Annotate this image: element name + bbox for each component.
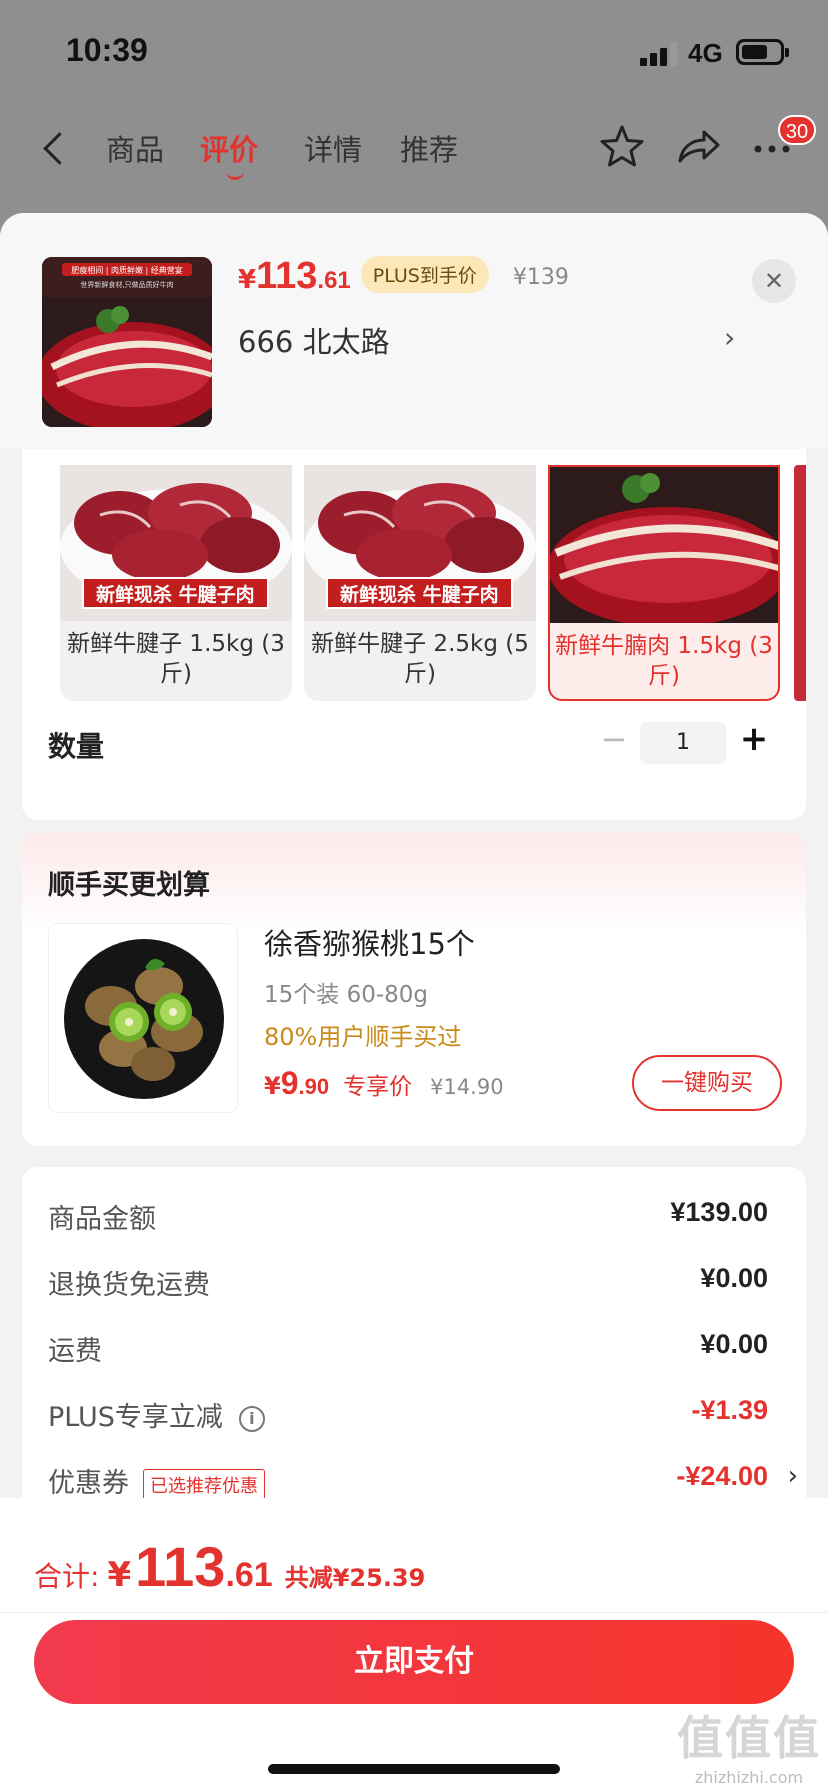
fee-value: ¥0.00 bbox=[700, 1329, 768, 1359]
tab-product[interactable]: 商品 bbox=[106, 127, 164, 169]
fee-label: PLUS专享立减 bbox=[48, 1402, 223, 1433]
upsell-price-row: ¥ 9 .90 专享价 ¥14.90 bbox=[264, 1065, 504, 1102]
quantity-input[interactable]: 1 bbox=[640, 722, 726, 764]
fee-label: 运费 bbox=[48, 1336, 102, 1367]
spec-banner: 新鲜现杀 牛腱子肉 bbox=[326, 577, 513, 609]
spec-option-selected[interactable]: 新鲜牛腩肉 1.5kg (3斤) bbox=[548, 465, 780, 701]
thumb-sub-text: 世界新鲜食材,只做品质好牛肉 bbox=[80, 280, 173, 289]
status-bar: 10:39 4G bbox=[0, 0, 828, 100]
product-thumbnail: 肥瘦相间 | 肉质鲜嫩 | 经典营宴 世界新鲜食材,只做品质好牛肉 bbox=[42, 257, 212, 427]
fee-row: PLUS专享立减 i -¥1.39 bbox=[48, 1395, 768, 1435]
total-saved: 共减¥25.39 bbox=[284, 1564, 426, 1592]
share-icon[interactable] bbox=[672, 121, 724, 173]
tab-details[interactable]: 详情 bbox=[304, 127, 362, 169]
watermark-logo: 值值值 bbox=[677, 1711, 821, 1765]
fee-value: ¥0.00 bbox=[700, 1263, 768, 1293]
spec-option[interactable]: 新鲜现杀 牛腱子肉 新鲜牛腱子 2.5kg (5斤) bbox=[304, 465, 536, 701]
checkout-footer: 合计: ¥ 113 .61 共减¥25.39 立即支付 值值值 zhizhizh… bbox=[0, 1498, 828, 1792]
info-icon[interactable]: i bbox=[238, 1405, 265, 1432]
fee-value: ¥139.00 bbox=[670, 1197, 768, 1227]
total-integer: 113 bbox=[135, 1535, 226, 1598]
thumb-banner-text: 肥瘦相间 | 肉质鲜嫩 | 经典营宴 bbox=[71, 265, 183, 275]
price-decimal: .61 bbox=[317, 267, 351, 294]
total-symbol: ¥ bbox=[107, 1555, 132, 1595]
total-label: 合计: bbox=[34, 1560, 100, 1593]
upsell-price-integer: 9 bbox=[280, 1065, 299, 1101]
increment-button[interactable]: + bbox=[738, 719, 770, 759]
fee-label: 优惠券 bbox=[48, 1468, 129, 1499]
spec-label: 新鲜牛腱子 2.5kg (5斤) bbox=[311, 631, 529, 687]
fee-breakdown: 商品金额 ¥139.00 退换货免运费 ¥0.00 运费 ¥0.00 PLUS专… bbox=[22, 1167, 806, 1527]
battery-icon bbox=[736, 39, 789, 65]
pay-now-button[interactable]: 立即支付 bbox=[34, 1620, 794, 1704]
original-price: ¥139 bbox=[512, 265, 569, 290]
coupon-row[interactable]: 优惠券 已选推荐优惠 -¥24.00 › bbox=[48, 1461, 798, 1501]
fee-row: 运费 ¥0.00 bbox=[48, 1329, 768, 1369]
spec-image: 新鲜现杀 牛腱子肉 bbox=[304, 465, 536, 621]
plus-price-tag: PLUS到手价 bbox=[360, 256, 489, 293]
network-type: 4G bbox=[688, 38, 723, 68]
spec-option-peek[interactable] bbox=[794, 465, 806, 701]
fee-value: -¥1.39 bbox=[691, 1395, 768, 1425]
spec-option[interactable]: 新鲜现杀 牛腱子肉 新鲜牛腱子 1.5kg (3斤) bbox=[60, 465, 292, 701]
spec-label: 新鲜牛腱子 1.5kg (3斤) bbox=[67, 631, 285, 687]
upsell-title: 顺手买更划算 bbox=[48, 870, 210, 901]
fee-row: 退换货免运费 ¥0.00 bbox=[48, 1263, 768, 1303]
back-icon[interactable] bbox=[34, 125, 74, 175]
one-click-buy-button[interactable]: 一键购买 bbox=[632, 1055, 782, 1111]
spec-image: 新鲜现杀 牛腱子肉 bbox=[60, 465, 292, 621]
close-button[interactable]: ✕ bbox=[752, 259, 796, 303]
top-nav: 商品 评价 详情 推荐 30 bbox=[0, 105, 828, 195]
fee-row: 商品金额 ¥139.00 bbox=[48, 1197, 768, 1237]
star-icon[interactable] bbox=[596, 121, 648, 173]
price-integer: 113 bbox=[256, 255, 318, 297]
tab-reviews[interactable]: 评价 bbox=[200, 127, 258, 180]
fee-label: 商品金额 bbox=[48, 1204, 156, 1235]
upsell-price-symbol: ¥ bbox=[264, 1072, 281, 1100]
fee-value: -¥24.00 bbox=[676, 1461, 768, 1491]
watermark-url: zhizhizhi.com bbox=[694, 1768, 804, 1787]
price-symbol: ¥ bbox=[238, 265, 257, 295]
home-indicator bbox=[268, 1764, 560, 1774]
sku-sheet: 肥瘦相间 | 肉质鲜嫩 | 经典营宴 世界新鲜食材,只做品质好牛肉 ¥ 113 … bbox=[0, 213, 828, 1792]
upsell-social-proof: 80%用户顺手买过 bbox=[264, 1023, 462, 1051]
spec-image bbox=[550, 467, 778, 623]
status-time: 10:39 bbox=[66, 32, 148, 68]
upsell-product-name[interactable]: 徐香猕猴桃15个 bbox=[264, 921, 475, 963]
coupon-tag: 已选推荐优惠 bbox=[143, 1468, 265, 1501]
upsell-spec: 15个装 60-80g bbox=[264, 982, 429, 1008]
price-row: ¥ 113 .61 PLUS到手价 ¥139 bbox=[238, 255, 569, 309]
decrement-button[interactable]: − bbox=[598, 719, 630, 759]
spec-banner: 新鲜现杀 牛腱子肉 bbox=[82, 577, 269, 609]
total-decimal: .61 bbox=[225, 1556, 273, 1594]
upsell-price-tag: 专享价 bbox=[343, 1074, 413, 1100]
chevron-right-icon[interactable]: › bbox=[788, 1461, 798, 1491]
kiwi-image[interactable] bbox=[48, 923, 238, 1113]
upsell-card: 顺手买更划算 徐香猕猴桃15个 15个装 60-80g 80%用户顺手买过 ¥ … bbox=[22, 833, 806, 1146]
chevron-right-icon[interactable]: › bbox=[724, 321, 735, 354]
upsell-price-decimal: .90 bbox=[298, 1074, 330, 1099]
signal-icon bbox=[640, 40, 678, 66]
watermark: 值值值 zhizhizhi.com bbox=[674, 1702, 824, 1787]
notification-badge: 30 bbox=[778, 115, 816, 145]
spec-label: 新鲜牛腩肉 1.5kg (3斤) bbox=[555, 633, 773, 689]
upsell-original-price: ¥14.90 bbox=[430, 1075, 504, 1099]
quantity-label: 数量 bbox=[48, 730, 105, 763]
total-row: 合计: ¥ 113 .61 共减¥25.39 bbox=[34, 1534, 425, 1599]
divider bbox=[0, 1612, 828, 1613]
fee-label: 退换货免运费 bbox=[48, 1270, 210, 1301]
sheet-header: 肥瘦相间 | 肉质鲜嫩 | 经典营宴 世界新鲜食材,只做品质好牛肉 ¥ 113 … bbox=[0, 213, 828, 449]
delivery-address[interactable]: 666 北太路 bbox=[238, 319, 390, 361]
close-icon: ✕ bbox=[763, 267, 785, 295]
tab-recommend[interactable]: 推荐 bbox=[400, 127, 458, 169]
